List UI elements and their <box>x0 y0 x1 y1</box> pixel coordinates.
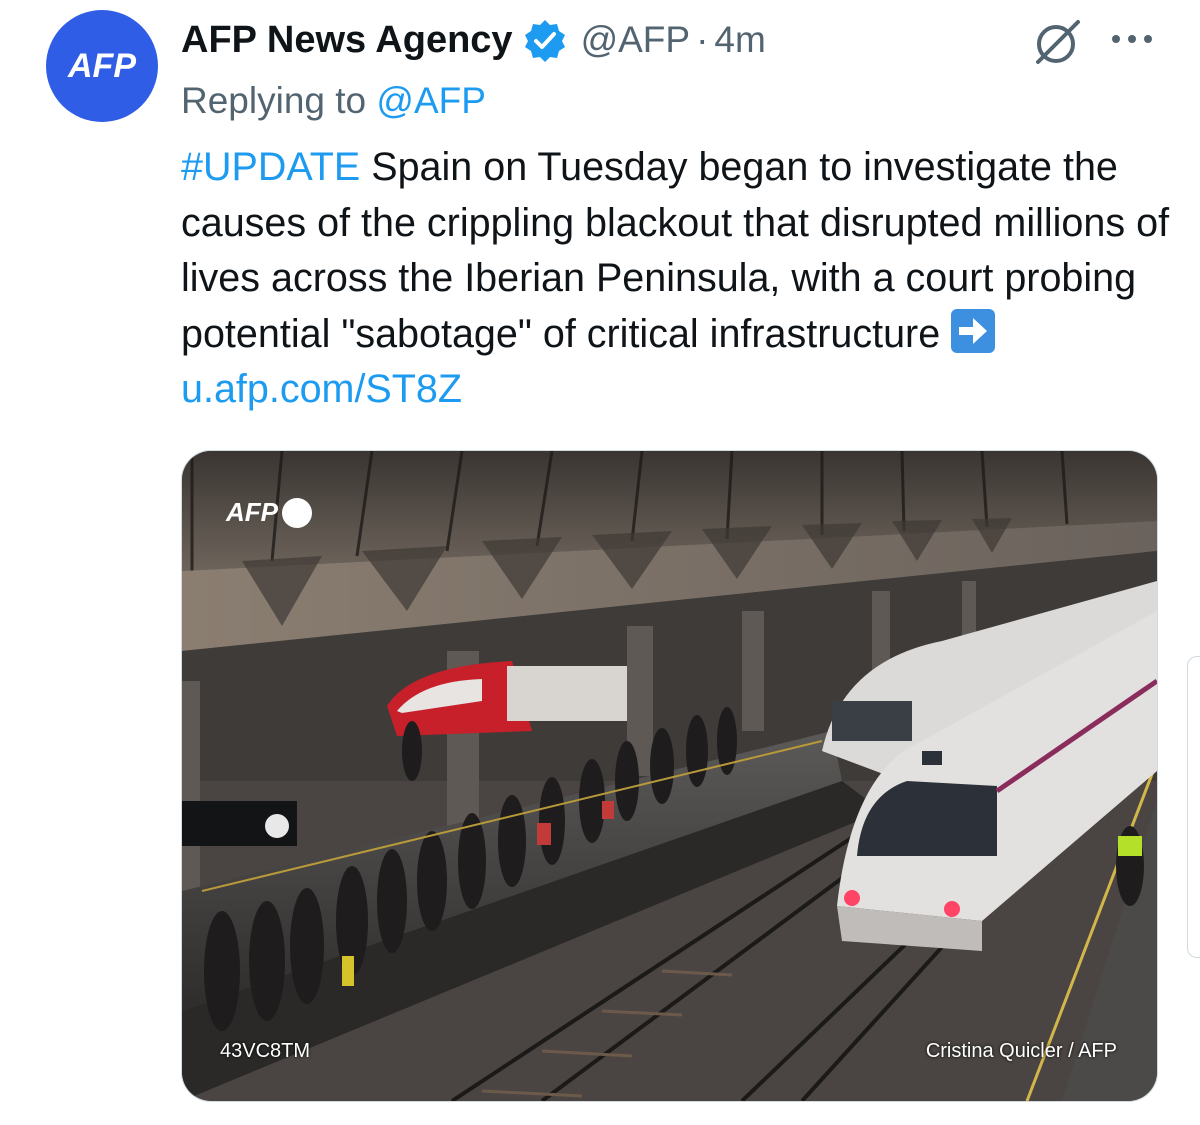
display-name[interactable]: AFP News Agency <box>181 19 513 62</box>
right-arrow-emoji-icon <box>951 308 996 353</box>
avatar[interactable]: AFP <box>46 10 158 122</box>
reply-mention-link[interactable]: @AFP <box>376 80 486 121</box>
photo-id: 43VC8TM <box>220 1040 311 1062</box>
grok-icon[interactable] <box>1032 18 1084 66</box>
train-station-photo <box>182 451 1157 1101</box>
hashtag-link[interactable]: #UPDATE <box>181 145 360 189</box>
side-panel-edge <box>1187 656 1200 958</box>
timestamp[interactable]: 4m <box>714 19 765 61</box>
avatar-logo-text: AFP <box>68 46 136 85</box>
verified-badge-icon[interactable] <box>523 18 567 62</box>
more-icon[interactable] <box>1110 28 1154 50</box>
reply-context: Replying to @AFP <box>181 80 486 122</box>
handle[interactable]: @AFP <box>581 19 691 61</box>
tweet-text: #UPDATE Spain on Tuesday began to invest… <box>181 140 1171 418</box>
article-link[interactable]: u.afp.com/ST8Z <box>181 367 462 411</box>
watermark-text: AFP <box>226 497 278 527</box>
afp-watermark: AFP <box>226 497 312 528</box>
tweet-header: AFP News Agency @AFP · 4m <box>181 14 766 66</box>
watermark-dot-icon <box>282 497 312 528</box>
photo-credit: Cristina Quicler / AFP <box>925 1040 1117 1062</box>
separator: · <box>696 19 709 60</box>
reply-prefix: Replying to <box>181 80 367 121</box>
tweet-photo[interactable]: AFP 43VC8TM Cristina Quicler / AFP <box>181 450 1158 1102</box>
